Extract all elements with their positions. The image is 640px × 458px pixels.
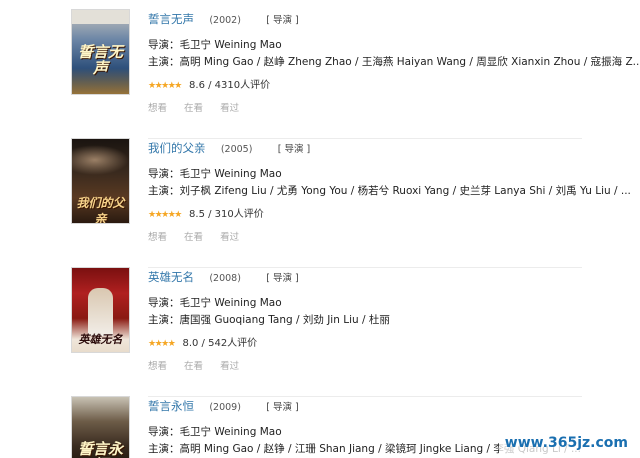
rating-text: 8.5 / 310人评价 — [189, 209, 264, 220]
site-watermark: www.365jz.com — [498, 432, 634, 454]
rating-text: 8.0 / 542人评价 — [182, 338, 258, 349]
poster-title: 誓言永恒 — [77, 440, 123, 458]
work-role: [ 导演 ] — [277, 144, 311, 155]
poster-image[interactable]: 英雄无名 — [72, 268, 129, 352]
want-to-watch-link[interactable]: 想看 — [148, 232, 167, 243]
star-rating-icon: ★★★★ — [148, 339, 176, 349]
work-role: [ 导演 ] — [266, 15, 299, 26]
poster-image[interactable]: 我们的父亲 — [72, 139, 129, 223]
work-info: 我们的父亲 (2005) [ 导演 ] 导演：毛卫宁 Weining Mao 主… — [148, 139, 631, 243]
action-links: 想看 在看 看过 — [148, 358, 253, 372]
work-year: (2005) — [220, 144, 253, 155]
watching-link[interactable]: 在看 — [184, 232, 203, 243]
want-to-watch-link[interactable]: 想看 — [148, 361, 167, 372]
poster-title: 我们的父亲 — [76, 196, 125, 223]
director-line: 导演：毛卫宁 Weining Mao — [148, 297, 282, 309]
star-rating-icon: ★★★★★ — [148, 210, 182, 220]
want-to-watch-link[interactable]: 想看 — [148, 103, 167, 114]
rating-text: 8.6 / 4310人评价 — [189, 80, 271, 91]
work-role: [ 导演 ] — [266, 273, 299, 284]
action-links: 想看 在看 看过 — [148, 229, 253, 243]
watched-link[interactable]: 看过 — [220, 232, 239, 243]
work-item: 英雄无名 英雄无名 (2008) [ 导演 ] 导演：毛卫宁 Weining M… — [0, 268, 640, 397]
watched-link[interactable]: 看过 — [220, 103, 239, 114]
director-line: 导演：毛卫宁 Weining Mao — [148, 426, 282, 438]
watching-link[interactable]: 在看 — [184, 103, 203, 114]
work-year: (2009) — [209, 402, 241, 413]
cast-line: 主演：刘子枫 Zifeng Liu / 尤勇 Yong You / 杨若兮 Ru… — [148, 185, 631, 197]
work-title-link[interactable]: 我们的父亲 — [148, 141, 206, 155]
poster-image[interactable]: 誓言无声 — [72, 10, 129, 94]
cast-line: 主演：唐国强 Guoqiang Tang / 刘劲 Jin Liu / 杜丽 — [148, 314, 390, 326]
director-line: 导演：毛卫宁 Weining Mao — [148, 39, 282, 51]
poster-title: 英雄无名 — [78, 333, 123, 346]
star-rating-icon: ★★★★★ — [148, 81, 182, 91]
work-title-link[interactable]: 英雄无名 — [148, 270, 194, 284]
work-role: [ 导演 ] — [266, 402, 299, 413]
work-item: 誓言无声 誓言无声 (2002) [ 导演 ] 导演：毛卫宁 Weining M… — [0, 10, 640, 139]
work-item: 我们的父亲 我们的父亲 (2005) [ 导演 ] 导演：毛卫宁 Weining… — [0, 139, 640, 268]
rating-row: ★★★★ 8.0 / 542人评价 — [148, 334, 257, 349]
rating-row: ★★★★★ 8.5 / 310人评价 — [148, 205, 264, 220]
poster-image[interactable]: 誓言永恒 — [72, 397, 129, 458]
watched-link[interactable]: 看过 — [220, 361, 239, 372]
work-year: (2008) — [209, 273, 241, 284]
work-info: 誓言永恒 (2009) [ 导演 ] 导演：毛卫宁 Weining Mao 主演… — [148, 397, 600, 455]
poster-title: 誓言无声 — [77, 43, 123, 77]
work-info: 誓言无声 (2002) [ 导演 ] 导演：毛卫宁 Weining Mao 主演… — [148, 10, 640, 114]
director-line: 导演：毛卫宁 Weining Mao — [148, 168, 282, 180]
work-title-link[interactable]: 誓言永恒 — [148, 399, 194, 413]
rating-row: ★★★★★ 8.6 / 4310人评价 — [148, 76, 270, 91]
cast-line: 主演：高明 Ming Gao / 赵峥 Zheng Zhao / 王海燕 Hai… — [148, 56, 640, 68]
action-links: 想看 在看 看过 — [148, 100, 253, 114]
work-info: 英雄无名 (2008) [ 导演 ] 导演：毛卫宁 Weining Mao 主演… — [148, 268, 600, 372]
watching-link[interactable]: 在看 — [184, 361, 203, 372]
work-year: (2002) — [209, 15, 241, 26]
work-title-link[interactable]: 誓言无声 — [148, 12, 194, 26]
